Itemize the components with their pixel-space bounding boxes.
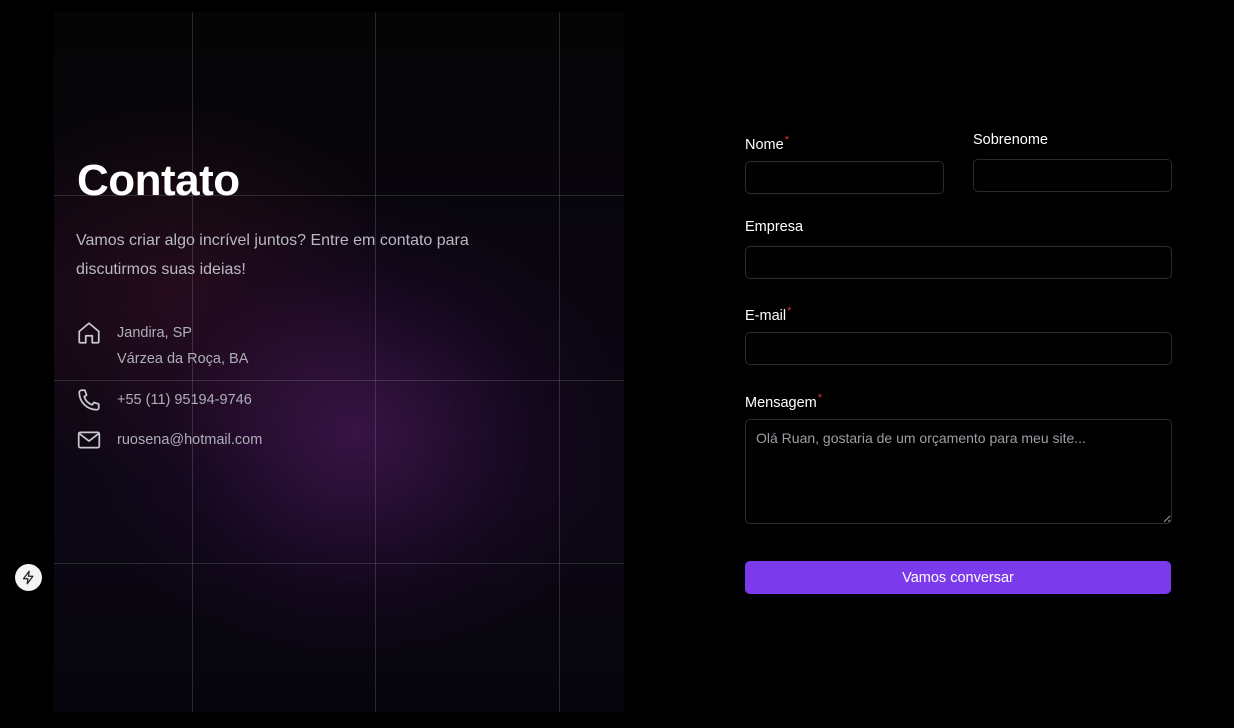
lightning-bolt-icon (21, 570, 36, 585)
grid-line (559, 12, 560, 712)
message-textarea[interactable] (745, 419, 1172, 524)
grid-line (375, 12, 376, 712)
submit-button[interactable]: Vamos conversar (745, 561, 1171, 594)
phone-number: +55 (11) 95194-9746 (117, 392, 252, 408)
mail-icon (76, 427, 102, 453)
home-icon (76, 320, 102, 346)
grid-line (54, 380, 624, 381)
address-line-1: Jandira, SP (117, 325, 192, 341)
email-address: ruosena@hotmail.com (117, 432, 263, 448)
floating-action-button[interactable] (15, 564, 42, 591)
email-label: E-mail* (745, 305, 792, 324)
email-input[interactable] (745, 332, 1172, 365)
message-label: Mensagem* (745, 392, 823, 411)
company-label: Empresa (745, 219, 804, 235)
address-line-2: Várzea da Roça, BA (117, 351, 249, 367)
email-info: ruosena@hotmail.com (76, 427, 262, 453)
last-name-label: Sobrenome (973, 132, 1048, 148)
phone-icon (76, 387, 102, 413)
page-title: Contato (77, 156, 240, 205)
grid-line (54, 563, 624, 564)
address-info: Jandira, SP Várzea da Roça, BA (76, 320, 248, 372)
phone-info: +55 (11) 95194-9746 (76, 387, 252, 413)
first-name-label: Nome* (745, 134, 789, 153)
first-name-input[interactable] (745, 161, 944, 194)
contact-subtitle: Vamos criar algo incrível juntos? Entre … (76, 232, 469, 278)
last-name-input[interactable] (973, 159, 1172, 192)
company-input[interactable] (745, 246, 1172, 279)
